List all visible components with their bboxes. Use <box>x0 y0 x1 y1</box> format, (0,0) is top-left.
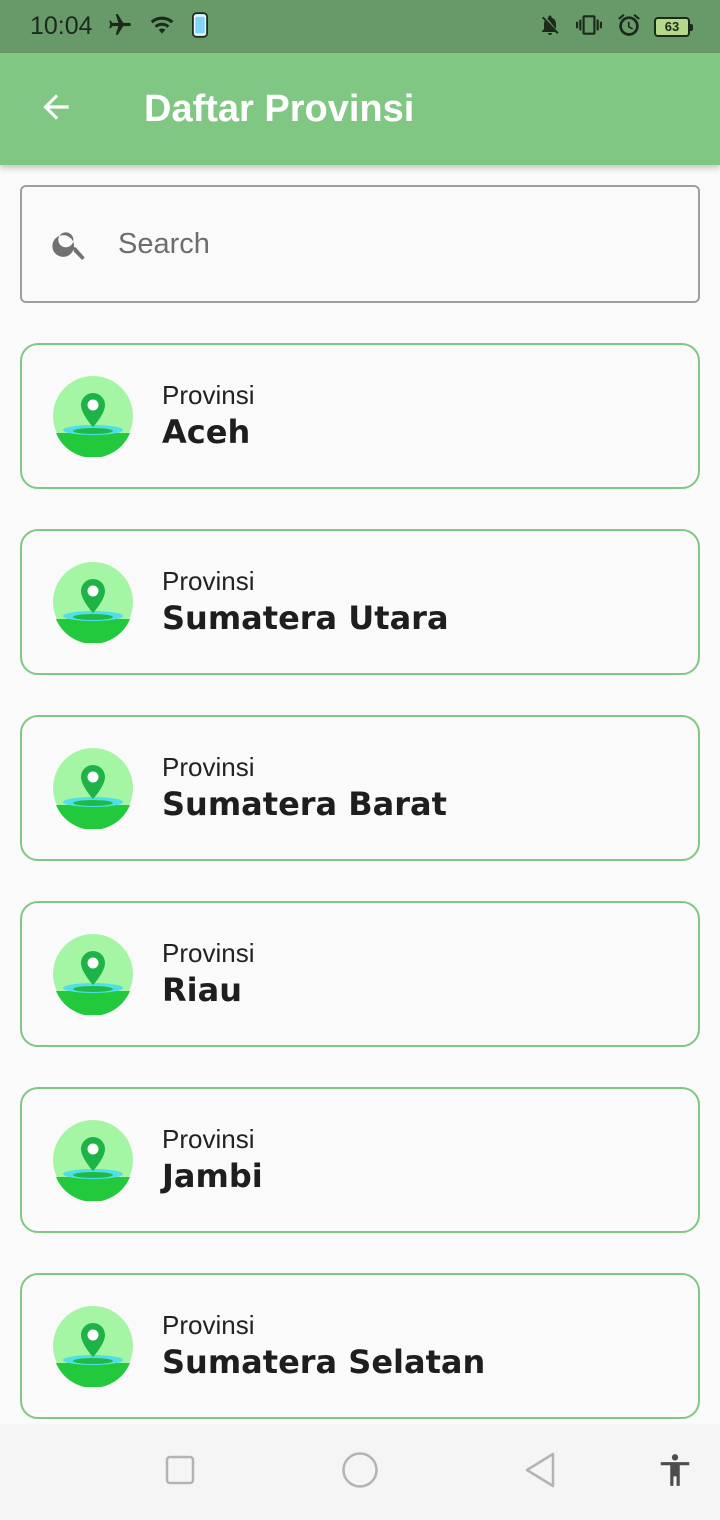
bell-off-icon <box>538 12 562 42</box>
vibrate-icon <box>574 12 604 42</box>
province-card[interactable]: Provinsi Riau <box>20 901 700 1047</box>
page-title: Daftar Provinsi <box>144 87 415 130</box>
map-pin-icon <box>52 375 134 458</box>
search-box[interactable] <box>20 185 700 303</box>
triangle-back-icon <box>523 1451 557 1493</box>
accessibility-button[interactable] <box>655 1452 695 1492</box>
province-name: Sumatera Barat <box>162 785 447 823</box>
map-pin-icon <box>52 561 134 644</box>
card-text: Provinsi Sumatera Barat <box>162 751 447 825</box>
map-pin-icon <box>52 747 134 830</box>
province-caption: Provinsi <box>162 752 255 782</box>
back-button[interactable] <box>0 53 112 165</box>
map-pin-icon <box>52 933 134 1016</box>
circle-icon <box>341 1451 379 1493</box>
recent-apps-button[interactable] <box>160 1452 200 1492</box>
search-input[interactable] <box>118 187 698 301</box>
card-text: Provinsi Sumatera Utara <box>162 565 449 639</box>
province-caption: Provinsi <box>162 380 255 410</box>
province-caption: Provinsi <box>162 1310 255 1340</box>
province-card[interactable]: Provinsi Sumatera Utara <box>20 529 700 675</box>
phone-icon <box>189 11 211 42</box>
province-name: Sumatera Utara <box>162 599 449 637</box>
wifi-icon <box>147 12 177 42</box>
status-right: 63 <box>538 12 693 42</box>
province-card[interactable]: Provinsi Aceh <box>20 343 700 489</box>
alarm-icon <box>616 12 642 42</box>
province-card[interactable]: Provinsi Sumatera Selatan <box>20 1273 700 1419</box>
province-card[interactable]: Provinsi Sumatera Barat <box>20 715 700 861</box>
home-button[interactable] <box>340 1452 380 1492</box>
airplane-icon <box>105 12 135 42</box>
province-caption: Provinsi <box>162 566 255 596</box>
province-name: Sumatera Selatan <box>162 1343 486 1381</box>
status-left: 10:04 <box>30 11 211 42</box>
map-pin-icon <box>52 1305 134 1388</box>
square-icon <box>164 1454 196 1490</box>
province-name: Aceh <box>162 413 251 451</box>
search-icon <box>22 224 118 264</box>
province-caption: Provinsi <box>162 1124 255 1154</box>
app-bar: Daftar Provinsi <box>0 53 720 165</box>
province-caption: Provinsi <box>162 938 255 968</box>
card-text: Provinsi Aceh <box>162 379 254 453</box>
battery-indicator: 63 <box>654 16 693 37</box>
province-name: Jambi <box>162 1157 263 1195</box>
province-card[interactable]: Provinsi Jambi <box>20 1087 700 1233</box>
navigation-bar <box>0 1424 720 1520</box>
card-text: Provinsi Riau <box>162 937 254 1011</box>
card-text: Provinsi Jambi <box>162 1123 263 1197</box>
accessibility-icon <box>656 1451 694 1493</box>
arrow-left-icon <box>37 88 75 130</box>
nav-back-button[interactable] <box>520 1452 560 1492</box>
province-name: Riau <box>162 971 242 1009</box>
map-pin-icon <box>52 1119 134 1202</box>
status-time: 10:04 <box>30 12 93 40</box>
status-bar: 10:04 63 <box>0 0 720 53</box>
card-text: Provinsi Sumatera Selatan <box>162 1309 485 1383</box>
screen: 10:04 63 Daftar Provinsi Search Provinsi… <box>0 0 720 1520</box>
